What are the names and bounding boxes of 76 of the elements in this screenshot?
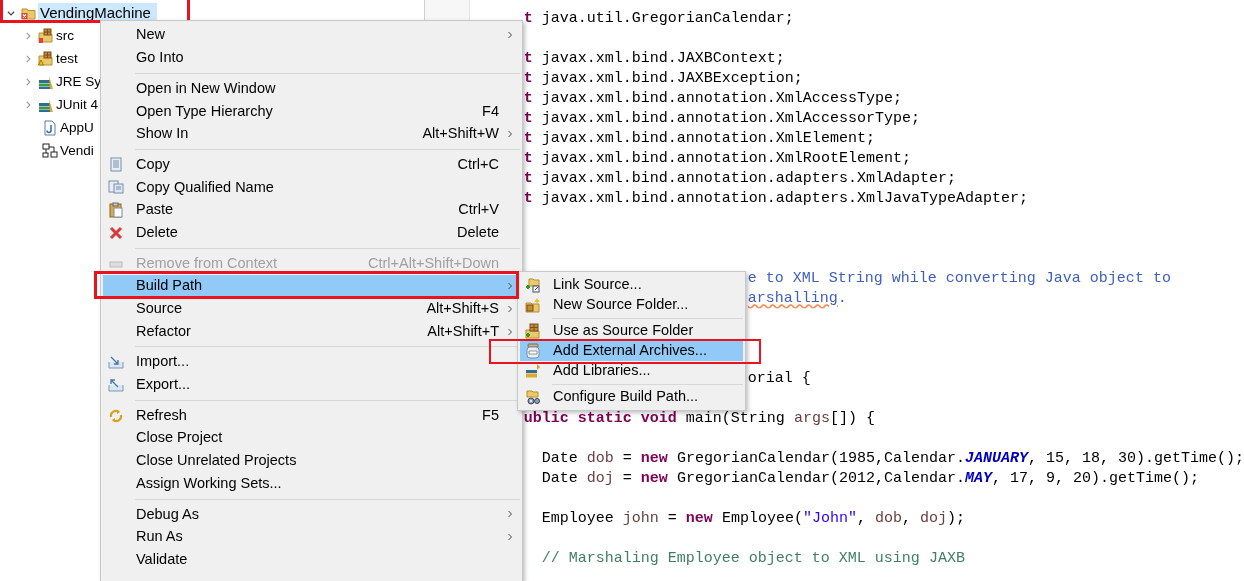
- new-folder-icon: [525, 297, 541, 313]
- code-line: e to XML String while converting Java object to: [747, 269, 1171, 289]
- tree-item[interactable]: AppU: [59, 118, 94, 137]
- menu-item[interactable]: Link Source...: [520, 275, 743, 295]
- menu-item[interactable]: Import...: [103, 350, 520, 374]
- code-comment: // Marshaling Employee object to XML using JAXB: [541, 549, 965, 569]
- menu-item[interactable]: Refresh F5: [103, 404, 520, 427]
- export-icon: [108, 376, 124, 393]
- menu-item[interactable]: Run As: [103, 525, 520, 549]
- menu-item[interactable]: Add Libraries...: [520, 361, 743, 381]
- menu-item[interactable]: Use as Source Folder: [520, 321, 743, 341]
- menu-item[interactable]: Close Project: [103, 427, 520, 450]
- menu-item[interactable]: New: [103, 24, 520, 47]
- tree-item[interactable]: JRE Sy: [55, 72, 101, 91]
- menu-item[interactable]: New Source Folder...: [520, 295, 743, 315]
- menu-item[interactable]: Debug As: [103, 503, 520, 526]
- shortcut-label: F5: [482, 405, 499, 425]
- menu-item[interactable]: Export...: [103, 373, 520, 397]
- shortcut-label: Alt+Shift+W: [422, 124, 499, 144]
- code-line: t javax.xml.bind.annotation.XmlAccessorType;: [523, 109, 920, 129]
- menu-item[interactable]: Open in New Window: [103, 77, 520, 101]
- copy-icon: [108, 156, 124, 173]
- code-line: t javax.xml.bind.annotation.XmlElement;: [523, 129, 875, 149]
- menu-item[interactable]: Go Into: [103, 46, 520, 70]
- menu-item[interactable]: Close Unrelated Projects: [103, 449, 520, 473]
- jar-icon: [525, 343, 541, 359]
- code-line: ublic static void main(String args[]) {: [523, 409, 875, 429]
- code-line: Date dob = new GregorianCalendar(1985,Calendar.JANUARY, 15, 18, 30).getTime();: [541, 449, 1244, 469]
- code-line: Employee john = new Employee("John", dob, doj);: [541, 509, 965, 529]
- code-line: arshalling.: [747, 289, 847, 309]
- menu-item[interactable]: Validate: [103, 548, 520, 572]
- menu-item[interactable]: Copy Ctrl+C: [103, 153, 520, 177]
- menu-item[interactable]: Source Alt+Shift+S: [103, 297, 520, 321]
- import-icon: [108, 354, 124, 371]
- package-folder-icon: [38, 50, 54, 67]
- delete-icon: [108, 224, 124, 241]
- tree-item[interactable]: test: [55, 49, 78, 68]
- shortcut-label: Alt+Shift+S: [426, 299, 499, 319]
- libraries-icon: [525, 363, 541, 379]
- paste-icon: [108, 202, 124, 219]
- tree-item[interactable]: JUnit 4: [55, 95, 99, 114]
- package-folder-icon: [38, 27, 54, 44]
- menu-item[interactable]: Delete Delete: [103, 221, 520, 245]
- code-line: t java.util.GregorianCalendar;: [523, 9, 794, 29]
- gear-icon: [525, 389, 541, 405]
- java-file-icon: [42, 119, 58, 136]
- shortcut-label: Alt+Shift+T: [427, 321, 499, 341]
- code-line: t javax.xml.bind.annotation.XmlAccessType;: [523, 89, 902, 109]
- shortcut-label: Delete: [457, 222, 499, 242]
- tree-item[interactable]: Vendi: [59, 141, 94, 160]
- code-line: t javax.xml.bind.annotation.adapters.XmlAdapter;: [523, 169, 956, 189]
- refresh-icon: [108, 407, 124, 424]
- shortcut-label: Ctrl+V: [458, 200, 499, 220]
- code-line: t javax.xml.bind.JAXBException;: [523, 69, 803, 89]
- link-folder-icon: [525, 277, 541, 293]
- diagram-icon: [42, 142, 58, 159]
- shortcut-label: F4: [482, 101, 499, 121]
- menu-item[interactable]: Open Type Hierarchy F4: [103, 100, 520, 123]
- code-line: orial {: [747, 369, 811, 389]
- shortcut-label: Ctrl+C: [457, 154, 499, 174]
- code-line: Date doj = new GregorianCalendar(2012,Calendar.MAY, 17, 9, 20).getTime();: [541, 469, 1199, 489]
- menu-item[interactable]: Paste Ctrl+V: [103, 198, 520, 222]
- menu-item[interactable]: Add External Archives...: [520, 341, 743, 361]
- copy-icon: [108, 179, 124, 196]
- tree-item[interactable]: VendingMachine: [38, 3, 157, 22]
- menu-item[interactable]: Assign Working Sets...: [103, 472, 520, 496]
- tree-item[interactable]: src: [55, 26, 74, 45]
- code-line: t javax.xml.bind.JAXBContext;: [523, 49, 785, 69]
- menu-item[interactable]: Configure Build Path...: [520, 387, 743, 407]
- menu-item[interactable]: Copy Qualified Name: [103, 176, 520, 199]
- menu-item[interactable]: Show In Alt+Shift+W: [103, 122, 520, 146]
- shortcut-label: Ctrl+Alt+Shift+Down: [368, 253, 499, 273]
- package-folder-icon: [525, 323, 541, 339]
- menu-item[interactable]: Refactor Alt+Shift+T: [103, 320, 520, 343]
- code-line: t javax.xml.bind.annotation.adapters.XmlJavaTypeAdapter;: [523, 189, 1028, 209]
- code-line: t javax.xml.bind.annotation.XmlRootElement;: [523, 149, 911, 169]
